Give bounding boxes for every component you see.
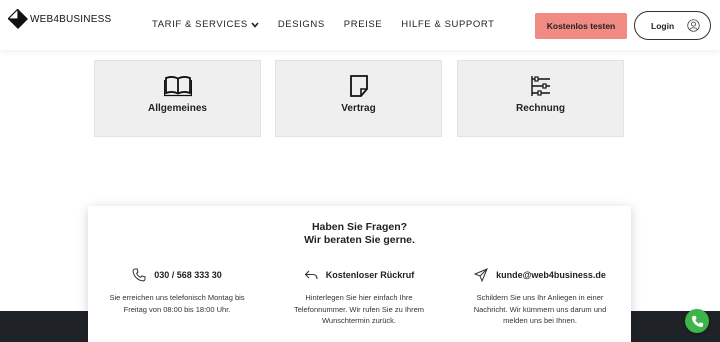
- paper-plane-icon: [474, 268, 489, 282]
- nav-preise[interactable]: PREISE: [344, 19, 382, 30]
- contact-phone-column: 030 / 568 333 30 Sie erreichen uns telef…: [92, 268, 262, 315]
- contact-callback-heading: Kostenloser Rückruf: [325, 270, 415, 280]
- nav-tarif-services-label: TARIF & SERVICES: [152, 19, 248, 30]
- contact-callback-link[interactable]: Kostenloser Rückruf: [274, 268, 444, 282]
- phone-icon: [691, 315, 703, 327]
- callback-icon: [304, 270, 318, 280]
- text-line: Freitag von 08:00 bis 18:00 Uhr.: [123, 304, 231, 314]
- contact-email-text: Schildern Sie uns Ihr Anliegen in einer …: [455, 292, 625, 327]
- open-book-icon: [163, 76, 192, 97]
- phone-icon: [132, 268, 146, 282]
- contact-phone-link[interactable]: 030 / 568 333 30: [92, 268, 262, 282]
- category-card-allgemeines[interactable]: Allgemeines: [94, 60, 261, 137]
- contact-email-address: kunde@web4business.de: [496, 270, 606, 280]
- category-label: Vertrag: [341, 103, 376, 114]
- category-card-rechnung[interactable]: Rechnung: [457, 60, 624, 137]
- logo-mark-icon: [8, 9, 28, 29]
- free-trial-button[interactable]: Kostenlos testen: [535, 13, 627, 39]
- contact-phone-number: 030 / 568 333 30: [154, 270, 222, 280]
- contact-title-line1: Haben Sie Fragen?: [311, 221, 408, 233]
- text-line: Telefonnummer. Wir rufen Sie zu Ihrem: [293, 304, 425, 314]
- user-icon: [687, 19, 700, 32]
- text-line: Nachricht. Wir kümmern uns darum und: [473, 304, 607, 314]
- contact-callback-text: Hinterlegen Sie hier einfach Ihre Telefo…: [274, 292, 444, 327]
- contact-title-line2: Wir beraten Sie gerne.: [304, 234, 415, 246]
- document-icon: [349, 75, 368, 97]
- floating-call-button[interactable]: [685, 309, 709, 333]
- login-label: Login: [651, 20, 675, 31]
- category-label: Allgemeines: [148, 103, 207, 114]
- text-line: Sie erreichen uns telefonisch Montag bis: [109, 293, 245, 302]
- nav-hilfe-support[interactable]: HILFE & SUPPORT: [401, 19, 494, 30]
- text-line: Schildern Sie uns Ihr Anliegen in einer: [476, 293, 604, 302]
- nav-tarif-services[interactable]: TARIF & SERVICES: [152, 19, 259, 30]
- main-nav: TARIF & SERVICES DESIGNS PREISE HILFE & …: [152, 19, 514, 30]
- contact-email-column: kunde@web4business.de Schildern Sie uns …: [455, 268, 625, 327]
- logo[interactable]: WEB4BUSINESS: [8, 9, 111, 29]
- chevron-down-icon: [251, 21, 259, 28]
- category-card-vertrag[interactable]: Vertrag: [275, 60, 442, 137]
- text-line: Hinterlegen Sie hier einfach Ihre: [305, 293, 413, 302]
- contact-phone-text: Sie erreichen uns telefonisch Montag bis…: [92, 292, 262, 315]
- text-line: Wunschtermin zurück.: [321, 316, 397, 325]
- login-button[interactable]: Login: [634, 11, 711, 40]
- sliders-icon: [530, 76, 550, 96]
- text-line: melden uns bei Ihnen.: [503, 316, 577, 325]
- site-header: WEB4BUSINESS TARIF & SERVICES DESIGNS PR…: [0, 0, 720, 50]
- logo-text: WEB4BUSINESS: [30, 13, 112, 25]
- contact-box: Haben Sie Fragen? Wir beraten Sie gerne.…: [88, 206, 631, 342]
- category-label: Rechnung: [516, 103, 565, 114]
- contact-email-link[interactable]: kunde@web4business.de: [455, 268, 625, 282]
- nav-designs[interactable]: DESIGNS: [278, 19, 325, 30]
- contact-title: Haben Sie Fragen? Wir beraten Sie gerne.: [88, 221, 631, 247]
- contact-callback-column: Kostenloser Rückruf Hinterlegen Sie hier…: [274, 268, 444, 327]
